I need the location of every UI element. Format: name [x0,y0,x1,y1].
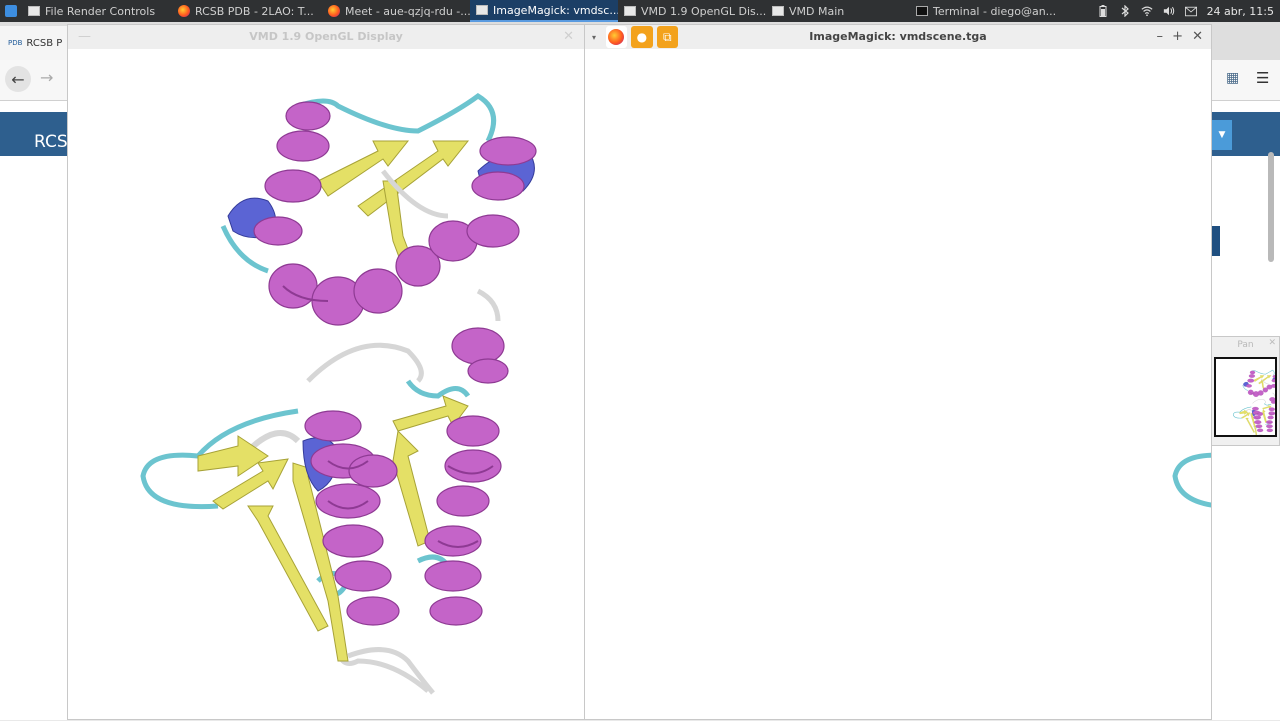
firefox-sharing-indicator: ▾ ● ⧉ [592,24,678,50]
task-label: Meet - aue-qzjq-rdu -... [345,4,470,18]
system-tray: 24 abr, 11:5 [1097,0,1280,22]
terminal-icon [916,6,928,16]
pan-thumbnail[interactable] [1214,357,1280,441]
window-icon [624,6,636,16]
protein-thumbnail-image [1232,369,1280,441]
vmd-opengl-display-window: VMD 1.9 OpenGL Display — ✕ [67,24,585,720]
task-imagemagick[interactable]: ImageMagick: vmdsc... [470,0,618,22]
vmdscene-image [585,51,1211,721]
pan-window: Pan ✕ [1211,336,1280,446]
close-icon[interactable]: ✕ [563,25,574,49]
task-label: RCSB PDB - 2LAO: T... [195,4,314,18]
chevron-down-icon[interactable]: ▼ [1212,120,1232,150]
task-vmd-display[interactable]: VMD 1.9 OpenGL Dis... [618,0,766,22]
close-icon[interactable]: ✕ [1192,25,1203,49]
task-label: ImageMagick: vmdsc... [493,3,618,17]
task-rcsb-pdb[interactable]: RCSB PDB - 2LAO: T... [172,0,322,22]
mail-icon[interactable] [1184,5,1197,17]
minimize-icon[interactable]: – [1157,25,1164,49]
forward-arrow-icon[interactable]: → [40,68,53,87]
microphone-icon[interactable]: ● [631,26,653,48]
window-icon [28,6,40,16]
firefox-icon[interactable] [605,26,628,48]
firefox-icon [328,5,340,17]
window-icon [476,5,488,15]
clock[interactable]: 24 abr, 11:5 [1207,5,1274,18]
task-label: File Render Controls [45,4,156,18]
window-title[interactable]: VMD 1.9 OpenGL Display [68,25,584,49]
browser-scrollbar[interactable] [1268,152,1274,262]
wifi-icon[interactable] [1141,5,1153,17]
window-menu-icon[interactable]: — [78,25,91,49]
task-label: VMD 1.9 OpenGL Dis... [641,4,766,18]
task-vmd-main[interactable]: VMD Main [766,0,910,22]
browser-tab-rcsb[interactable]: PDB RCSB P [0,26,70,60]
start-menu-button[interactable] [0,0,22,22]
task-file-render-controls[interactable]: File Render Controls [22,0,172,22]
protein-ribbon-render [68,51,584,721]
extensions-icon[interactable]: ▦ [1226,70,1239,86]
window-title[interactable]: ImageMagick: vmdscene.tga [585,25,1211,49]
bluetooth-icon[interactable] [1119,5,1131,17]
task-meet[interactable]: Meet - aue-qzjq-rdu -... [322,0,470,22]
taskbar: File Render Controls RCSB PDB - 2LAO: T.… [0,0,1280,22]
window-icon [772,6,784,16]
drag-handle-icon[interactable]: ▾ [592,33,602,42]
rcsb-side-tab[interactable] [1212,226,1220,256]
back-arrow-icon[interactable]: ← [5,66,31,92]
maximize-icon[interactable]: + [1172,25,1183,49]
app-menu-icon [5,5,17,17]
imagemagick-window: ImageMagick: vmdscene.tga – + ✕ [584,24,1212,720]
close-icon[interactable]: ✕ [1268,338,1276,348]
rcsb-favicon-icon: PDB [8,39,23,47]
volume-icon[interactable] [1163,5,1175,17]
battery-icon[interactable] [1097,5,1109,17]
screen-share-icon[interactable]: ⧉ [656,26,678,48]
task-label: VMD Main [789,4,845,18]
firefox-icon [178,5,190,17]
browser-tab-label: RCSB P [26,37,63,49]
task-terminal[interactable]: Terminal - diego@an... [910,0,1062,22]
hamburger-menu-icon[interactable]: ☰ [1256,69,1269,87]
task-label: Terminal - diego@an... [933,4,1057,18]
